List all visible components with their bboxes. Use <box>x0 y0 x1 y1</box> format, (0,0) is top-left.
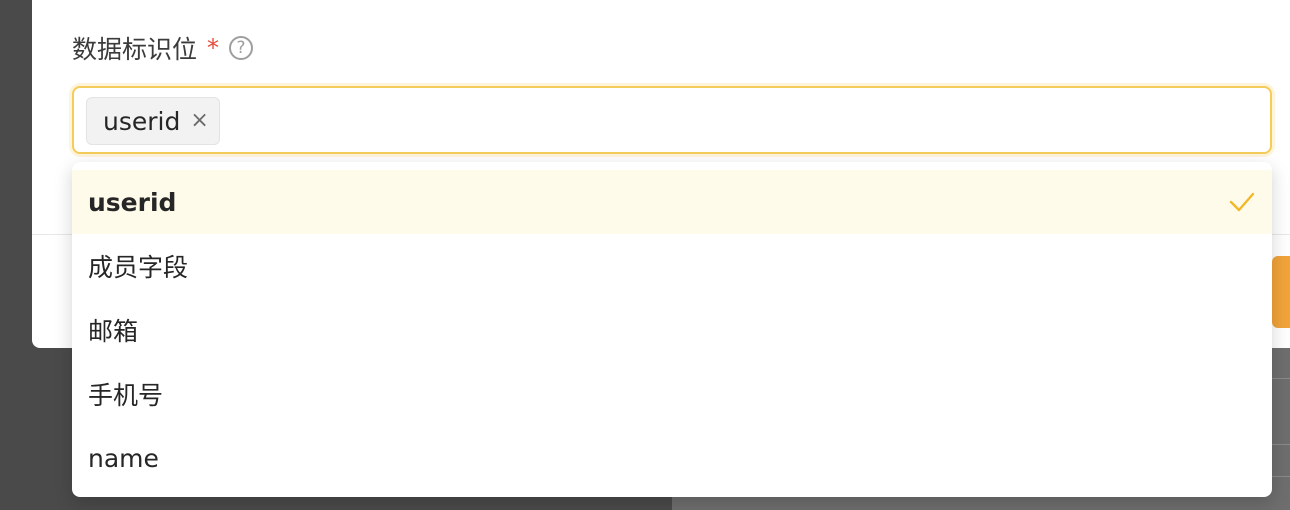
selected-tag: userid × <box>86 97 220 145</box>
dropdown-option-name[interactable]: name <box>72 426 1272 490</box>
dropdown-option-userid[interactable]: userid <box>72 170 1272 234</box>
field-label-row: 数据标识位 * ? <box>72 30 254 66</box>
background-row-divider <box>1272 444 1290 445</box>
data-identifier-select[interactable]: userid × <box>72 86 1272 154</box>
option-label: 手机号 <box>88 381 164 410</box>
background-row-divider <box>1272 378 1290 379</box>
dropdown-menu: userid 成员字段 邮箱 手机号 name <box>72 162 1272 497</box>
option-label: 成员字段 <box>88 253 189 282</box>
tag-close-icon[interactable]: × <box>190 110 208 132</box>
confirm-button[interactable] <box>1272 256 1290 328</box>
option-label: 邮箱 <box>88 317 139 346</box>
field-label: 数据标识位 <box>72 35 198 64</box>
selected-tag-label: userid <box>103 106 181 136</box>
dropdown-option-member-field[interactable]: 成员字段 <box>72 234 1272 298</box>
option-label: name <box>88 443 159 473</box>
check-icon <box>1229 192 1255 212</box>
required-mark: * <box>207 34 220 62</box>
background-row-divider <box>1272 476 1290 477</box>
dropdown-option-phone[interactable]: 手机号 <box>72 362 1272 426</box>
option-label: userid <box>88 187 177 217</box>
help-icon[interactable]: ? <box>229 36 254 60</box>
dropdown-option-email[interactable]: 邮箱 <box>72 298 1272 362</box>
